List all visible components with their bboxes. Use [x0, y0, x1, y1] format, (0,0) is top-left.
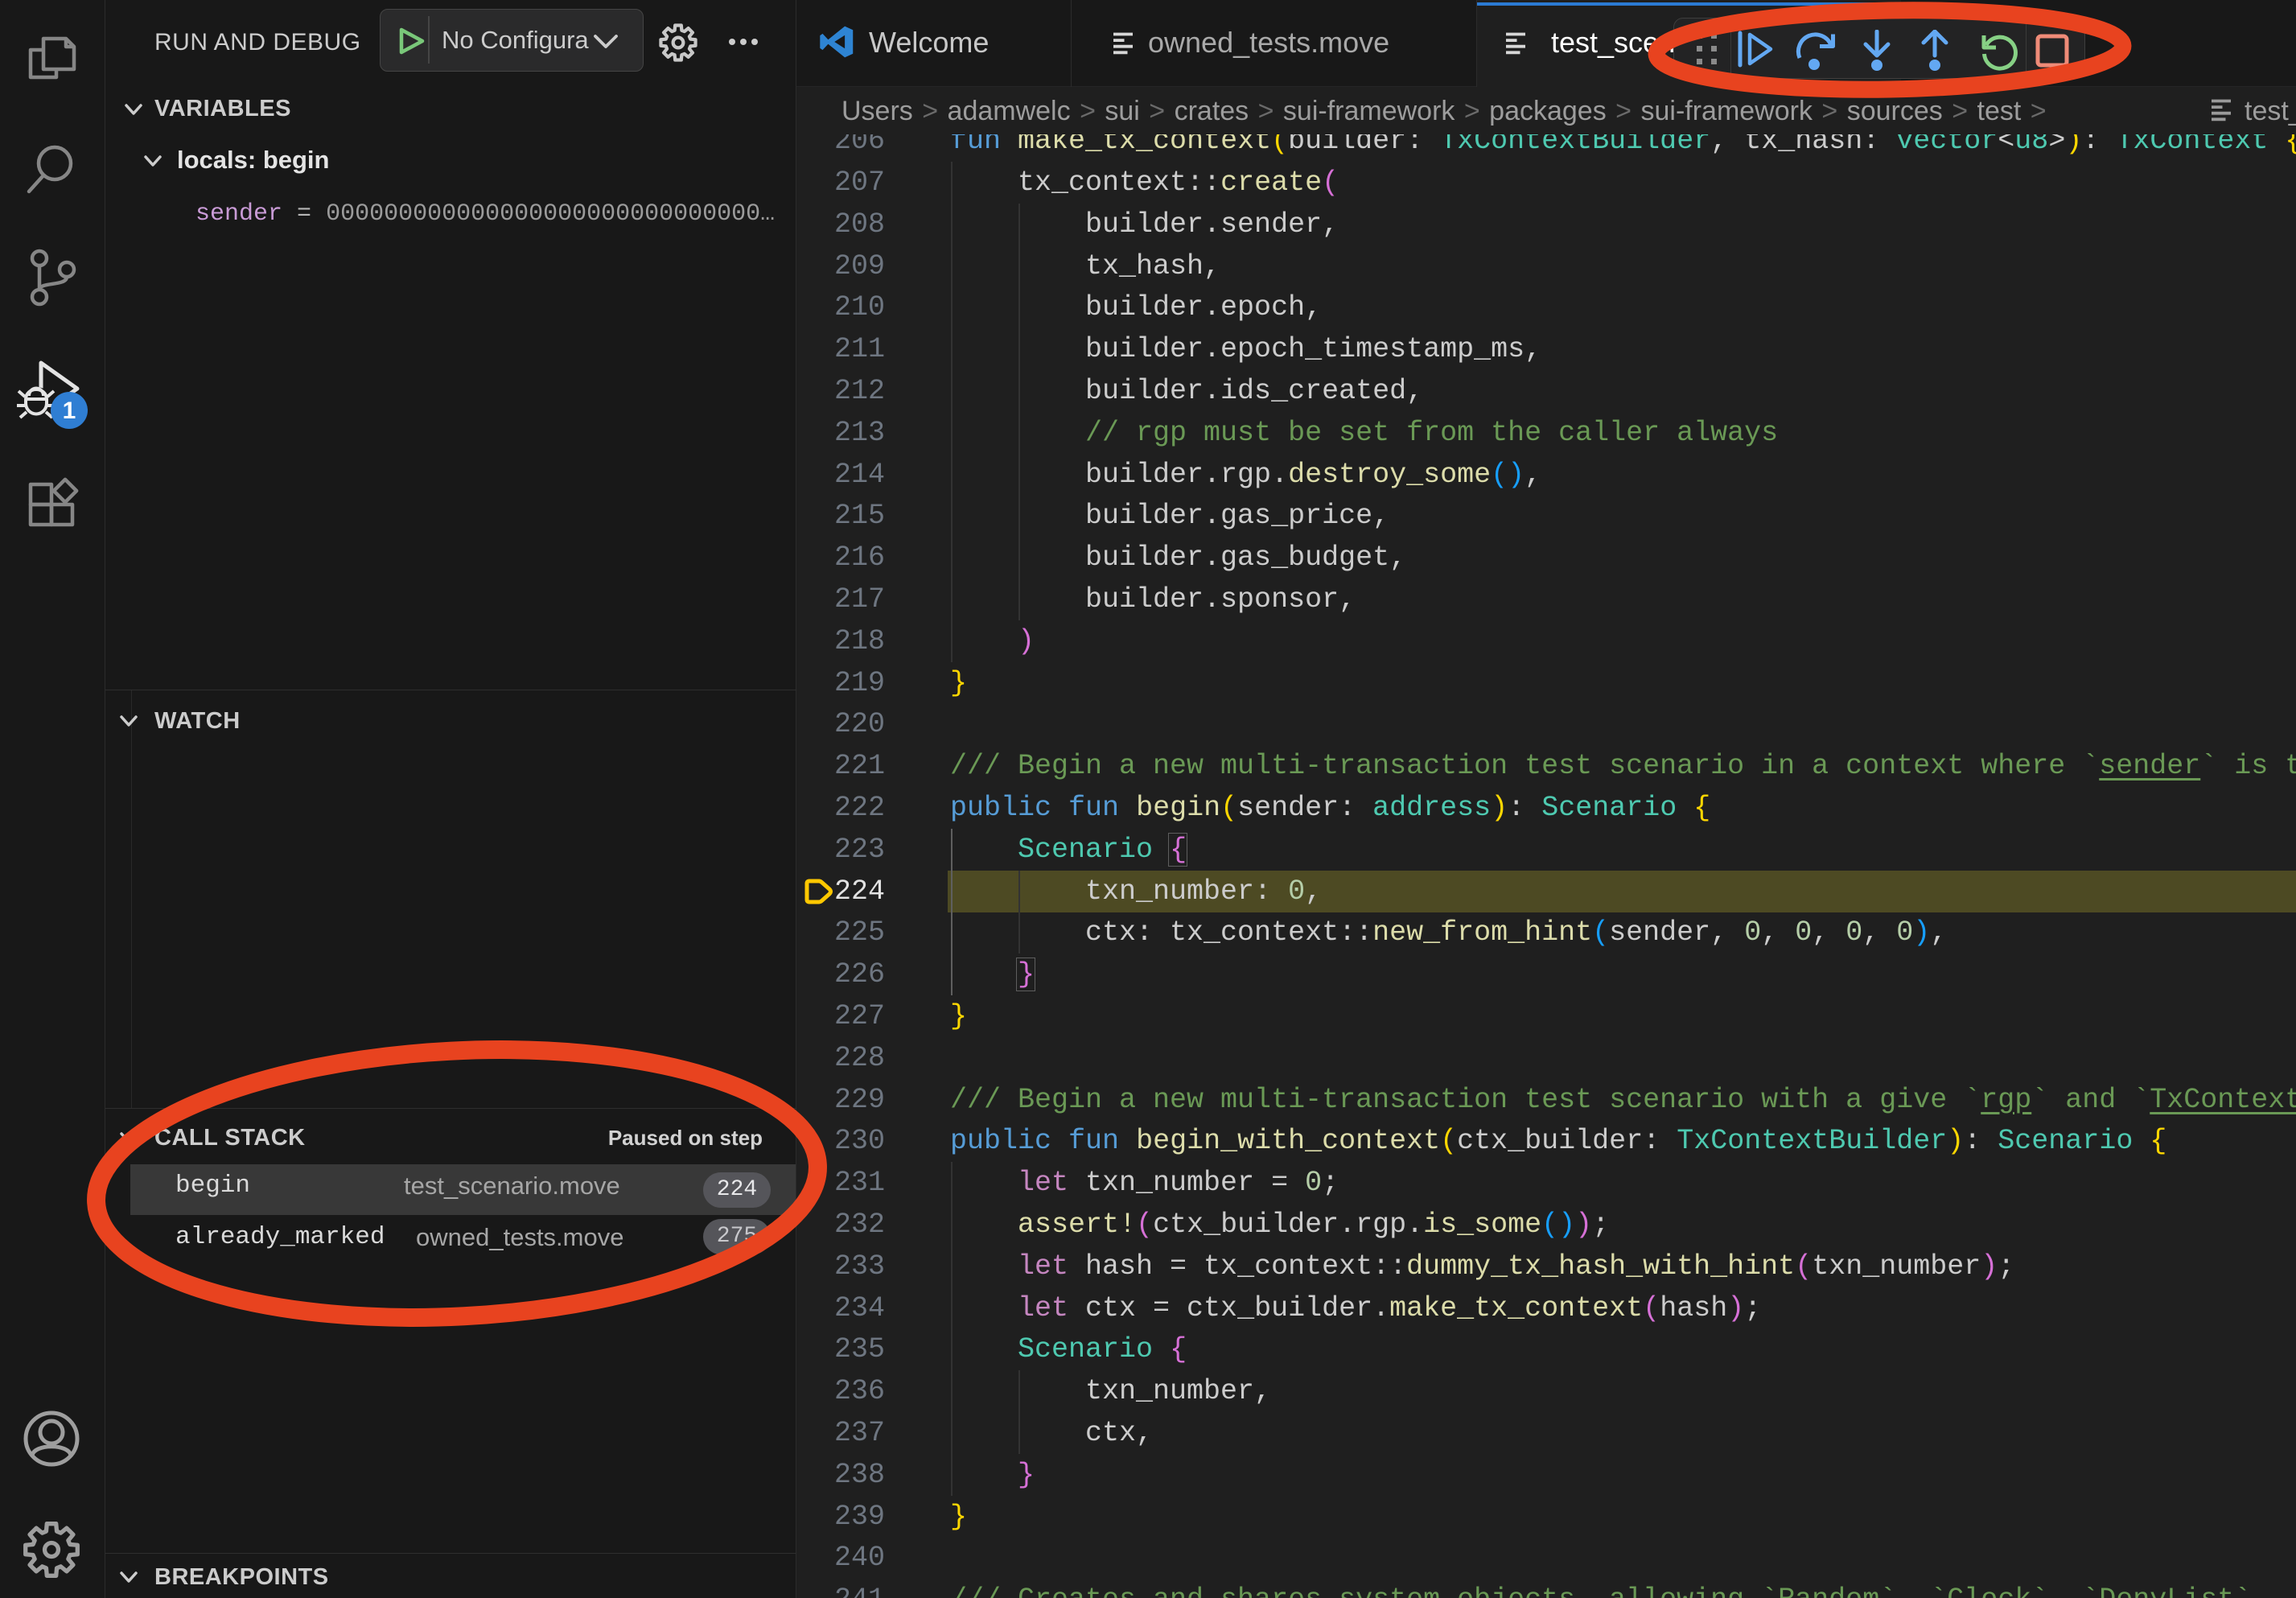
svg-text:1: 1: [63, 397, 76, 424]
